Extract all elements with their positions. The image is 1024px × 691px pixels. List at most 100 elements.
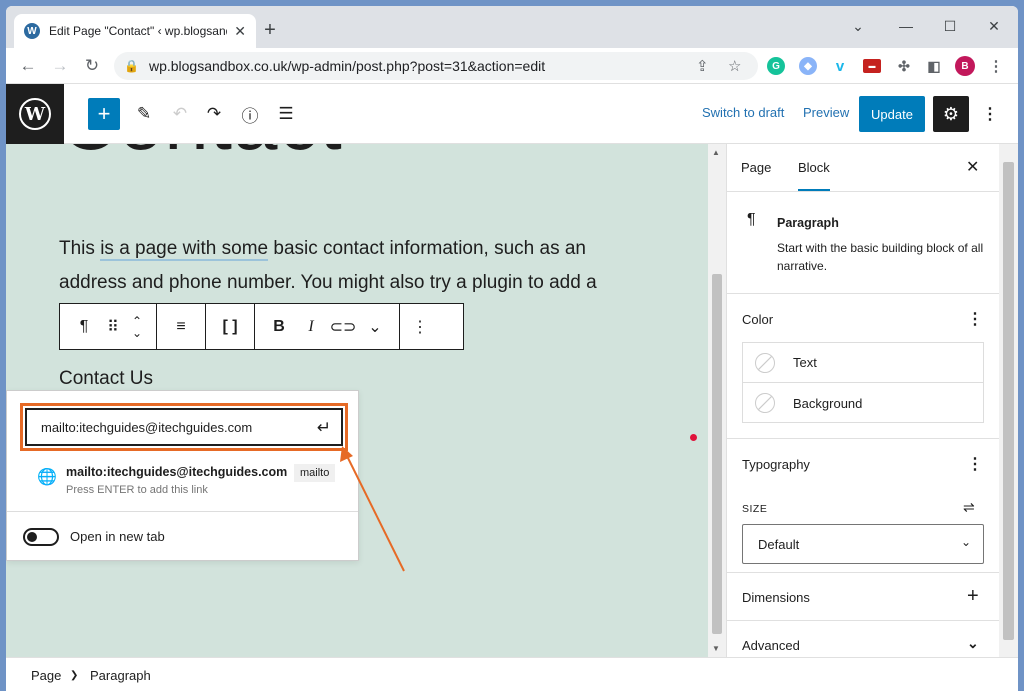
color-panel: Color ⋮ Text Background [727,294,1000,439]
drag-handle-icon[interactable]: ⠿ [100,304,126,350]
shield-extension-icon[interactable]: ◆ [799,57,817,75]
reload-icon[interactable]: ↻ [80,54,104,78]
scroll-up-icon[interactable]: ▲ [712,148,720,157]
color-panel-title: Color [742,312,774,327]
sidebar-scrollbar[interactable] [999,144,1018,657]
new-tab-button[interactable]: + [258,18,282,42]
switch-to-draft-button[interactable]: Switch to draft [702,105,784,120]
tab-block[interactable]: Block [798,160,830,191]
enter-return-icon[interactable]: ↵ [317,418,331,438]
minimize-button[interactable]: — [884,12,928,40]
color-options-icon[interactable]: ⋮ [967,309,983,329]
address-bar[interactable]: 🔒 wp.blogsandbox.co.uk/wp-admin/post.php… [114,52,758,80]
suggestion-type-badge: mailto [294,464,336,482]
add-dimension-icon[interactable]: + [967,585,979,608]
link-suggestion[interactable]: 🌐 mailto:itechguides@itechguides.com Pre… [37,463,347,503]
typography-options-icon[interactable]: ⋮ [967,454,983,474]
tab-title: Edit Page "Contact" ‹ wp.blogsandbox.co.… [49,24,227,38]
suggestion-hint: Press ENTER to add this link [66,484,208,496]
text-color-item[interactable]: Text [743,343,983,383]
block-description: Start with the basic building block of a… [777,241,984,273]
advanced-panel[interactable]: Advanced ⌄ [727,621,1000,657]
code-group: [ ] [206,304,255,349]
redo-icon[interactable]: ↷ [202,102,226,126]
chevron-right-icon: ❯ [70,670,79,681]
lock-icon: 🔒 [124,59,139,73]
forward-icon[interactable]: → [48,54,72,78]
scrollbar-thumb[interactable] [712,274,722,634]
vimeo-extension-icon[interactable]: v [831,57,849,75]
align-left-icon[interactable]: ≡ [165,304,197,350]
paragraph-icon[interactable]: ¶ [68,304,100,350]
brackets-icon[interactable]: [ ] [214,304,246,350]
advanced-panel-title: Advanced [742,638,800,653]
contact-us-heading[interactable]: Contact Us [59,368,153,390]
block-inserter-button[interactable]: + [88,98,120,130]
color-swatch [755,393,775,413]
globe-icon: 🌐 [37,469,57,486]
side-panel-icon[interactable]: ◧ [925,57,943,75]
expand-chevron-icon[interactable]: ⌄ [967,635,979,652]
color-swatch [755,352,775,373]
link-popover: mailto:itechguides@itechguides.com ↵ 🌐 m… [6,390,359,561]
pencil-tools-icon[interactable]: ✎ [132,102,156,126]
wordpress-logo[interactable]: W [6,84,64,144]
size-label: SIZE [742,503,768,515]
page-title[interactable]: Contact [60,144,343,168]
settings-sidebar: Page Block ✕ ¶ Paragraph Start with the … [726,144,1000,657]
settings-gear-icon[interactable]: ⚙ [933,96,969,132]
block-card: ¶ Paragraph Start with the basic buildin… [727,192,1000,294]
scroll-down-icon[interactable]: ▼ [712,644,720,653]
maximize-button[interactable]: ☐ [928,12,972,40]
preview-button[interactable]: Preview [803,105,849,120]
move-up-down-icon[interactable]: ⌃ ⌄ [126,304,148,350]
background-color-item[interactable]: Background [743,383,983,423]
custom-size-icon[interactable]: ⇌ [963,499,975,516]
url-text: wp.blogsandbox.co.uk/wp-admin/post.php?p… [148,58,546,74]
scrollbar-thumb[interactable] [1003,162,1014,640]
typography-panel: Typography ⋮ SIZE ⇌ Default ⌄ [727,439,1000,573]
details-info-icon[interactable]: ⓘ [238,102,262,126]
tab-search-icon[interactable]: ⌄ [836,12,880,40]
canvas-scrollbar[interactable]: ▲ ▼ [708,144,726,657]
block-name: Paragraph [777,216,839,230]
font-size-select[interactable]: Default ⌄ [742,524,984,564]
open-new-tab-toggle[interactable] [23,528,59,546]
url-input[interactable]: mailto:itechguides@itechguides.com ↵ [25,408,343,446]
browser-menu-icon[interactable]: ⋮ [987,57,1005,75]
list-view-icon[interactable]: ☰ [274,102,298,126]
chevron-down-icon: ⌄ [960,535,971,549]
italic-icon[interactable]: I [295,304,327,350]
record-extension-icon[interactable]: ▬ [863,59,881,73]
breadcrumb-page[interactable]: Page [31,668,61,683]
extensions-puzzle-icon[interactable]: ✣ [895,57,913,75]
paragraph-block[interactable]: This is a page with some basic contact i… [59,232,639,300]
linked-text[interactable]: is a page with some [100,238,269,261]
divider [7,511,358,512]
dimensions-panel[interactable]: Dimensions + [727,573,1000,621]
more-formats-chevron-icon[interactable]: ⌄ [359,304,391,350]
close-sidebar-icon[interactable]: ✕ [966,157,979,177]
suggestion-title: mailto:itechguides@itechguides.com [66,465,288,479]
close-tab-icon[interactable]: ✕ [234,23,246,40]
update-button[interactable]: Update [859,96,925,132]
tab-page[interactable]: Page [741,160,771,175]
profile-avatar[interactable]: B [955,56,975,76]
block-options-icon[interactable]: ⋮ [404,304,436,350]
open-new-tab-label: Open in new tab [70,529,165,544]
typography-panel-title: Typography [742,457,810,472]
align-group: ≡ [157,304,206,349]
bold-icon[interactable]: B [263,304,295,350]
breadcrumb-paragraph[interactable]: Paragraph [90,668,151,683]
breadcrumb: Page ❯ Paragraph [6,657,1018,691]
close-window-button[interactable]: ✕ [972,12,1016,40]
share-icon[interactable]: ⇪ [696,57,709,75]
link-icon[interactable]: ⊂⊃ [327,304,359,350]
options-menu-icon[interactable]: ⋮ [982,104,998,124]
undo-icon[interactable]: ↶ [168,102,192,126]
grammarly-extension-icon[interactable]: G [767,57,785,75]
bookmark-star-icon[interactable]: ☆ [728,57,741,75]
back-icon[interactable]: ← [16,54,40,78]
browser-tab[interactable]: W Edit Page "Contact" ‹ wp.blogsandbox.c… [14,14,256,48]
font-size-value: Default [758,536,800,552]
